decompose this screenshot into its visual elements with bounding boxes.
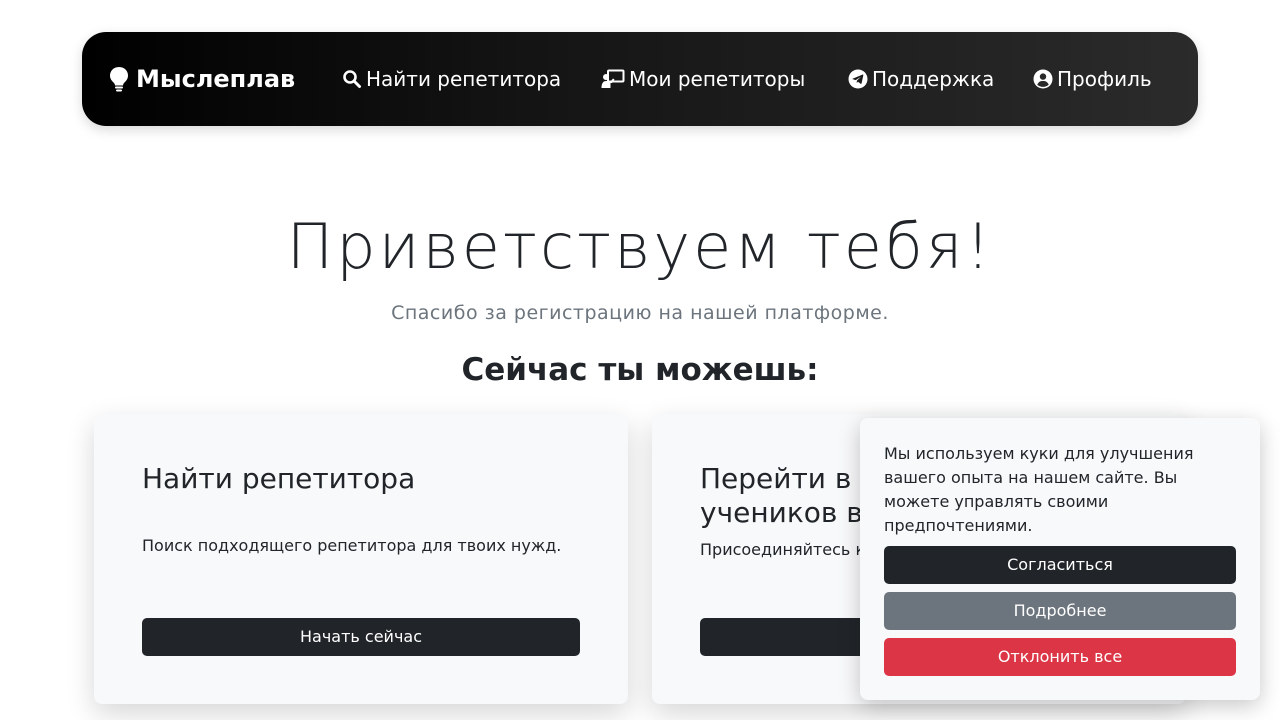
nav-support-label: Поддержка <box>872 67 995 91</box>
card-title: Найти репетитора <box>142 462 416 495</box>
brand-name: Мыслеплав <box>136 65 296 93</box>
page-title: Приветствуем тебя! <box>286 210 994 283</box>
nav-profile-label: Профиль <box>1057 67 1152 91</box>
cookie-message: Мы используем куки для улучшения вашего … <box>884 444 1194 535</box>
nav-profile[interactable]: Профиль <box>1033 32 1152 126</box>
cookie-accept-button[interactable]: Согласиться <box>884 546 1236 584</box>
telegram-icon <box>848 69 868 89</box>
cookie-consent-popup: Мы используем куки для улучшения вашего … <box>860 418 1260 700</box>
lightbulb-icon <box>110 67 128 92</box>
start-now-button[interactable]: Начать сейчас <box>142 618 580 656</box>
nav-my-tutors-label: Мои репетиторы <box>629 67 806 91</box>
card-find-tutor: Найти репетитора Поиск подходящего репет… <box>94 414 628 704</box>
nav-support[interactable]: Поддержка <box>848 32 994 126</box>
section-heading: Сейчас ты можешь: <box>461 352 819 388</box>
cookie-more-button[interactable]: Подробнее <box>884 592 1236 630</box>
search-icon <box>343 70 361 88</box>
navbar: Мыслеплав Найти репетитора Мои репетитор… <box>82 32 1198 126</box>
user-circle-icon <box>1033 69 1053 89</box>
nav-find-tutor[interactable]: Найти репетитора <box>342 32 561 126</box>
card-text: Поиск подходящего репетитора для твоих н… <box>142 536 562 555</box>
brand-logo[interactable]: Мыслеплав <box>108 32 295 126</box>
cookie-decline-button[interactable]: Отклонить все <box>884 638 1236 676</box>
nav-find-tutor-label: Найти репетитора <box>366 67 562 91</box>
teacher-board-icon <box>601 69 625 88</box>
nav-my-tutors[interactable]: Мои репетиторы <box>601 32 805 126</box>
page-subtitle: Спасибо за регистрацию на нашей платформ… <box>391 302 889 324</box>
